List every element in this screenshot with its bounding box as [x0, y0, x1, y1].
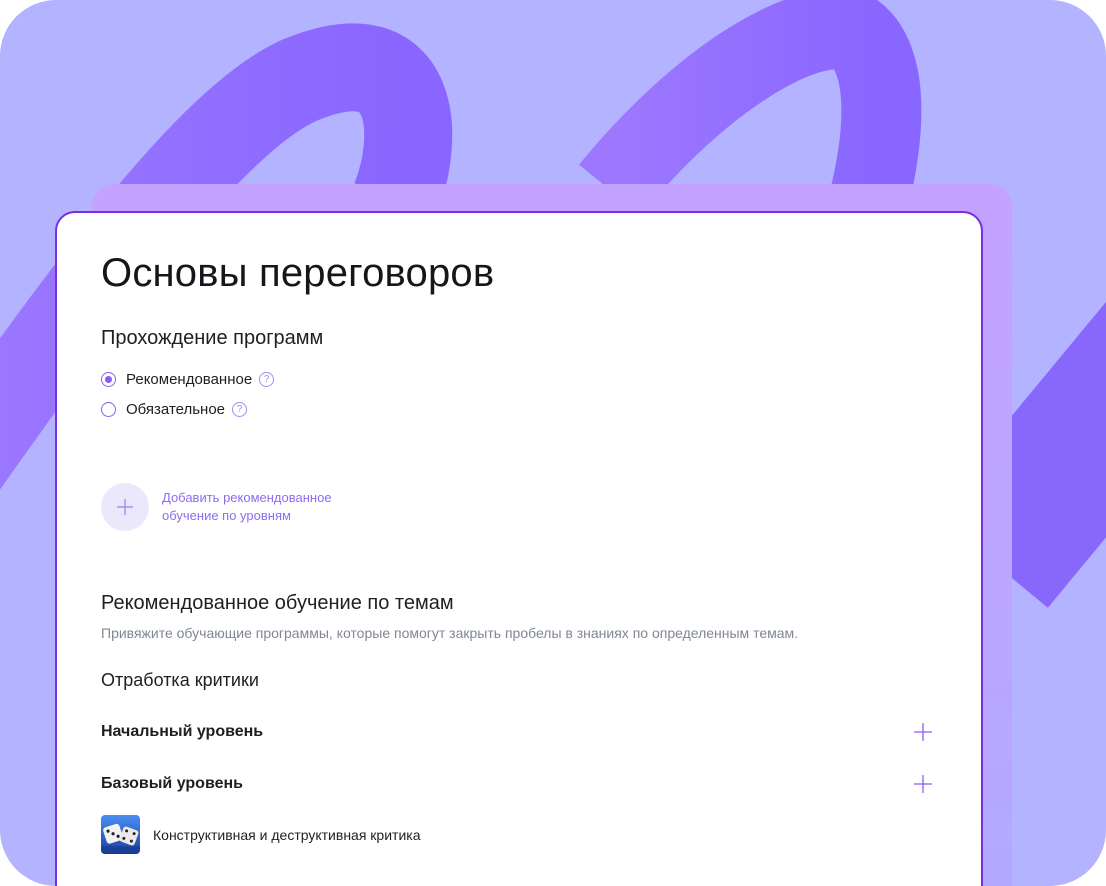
add-level-line1: Добавить рекомендованное — [162, 490, 332, 505]
course-label: Конструктивная и деструктивная критика — [153, 826, 421, 843]
add-level-button[interactable] — [101, 483, 149, 531]
add-level-link[interactable]: Добавить рекомендованное обучение по уро… — [162, 489, 372, 525]
radio-button-checked[interactable] — [101, 372, 116, 387]
radio-button[interactable] — [101, 402, 116, 417]
question-circle-icon[interactable]: ? — [232, 402, 248, 417]
canvas: Основы переговоров Прохождение программ … — [0, 0, 1106, 886]
plus-icon[interactable] — [913, 774, 933, 794]
radio-mandatory[interactable]: Обязательное ? — [101, 401, 248, 418]
level-basic: Базовый уровень — [101, 775, 243, 792]
settings-card: Основы переговоров Прохождение программ … — [55, 211, 983, 886]
course-thumbnail — [101, 815, 140, 854]
plus-icon — [117, 499, 133, 515]
radio-recommended[interactable]: Рекомендованное ? — [101, 371, 275, 388]
plus-icon[interactable] — [913, 722, 933, 742]
topic-title: Отработка критики — [101, 670, 259, 690]
course-item[interactable]: Конструктивная и деструктивная критика — [101, 815, 420, 854]
question-circle-icon[interactable]: ? — [259, 372, 275, 387]
dice-image — [101, 815, 140, 854]
add-level-line2: обучение по уровням — [162, 508, 291, 523]
topics-section-heading: Рекомендованное обучение по темам — [101, 592, 454, 614]
level-beginner: Начальный уровень — [101, 723, 264, 740]
radio-label: Рекомендованное — [126, 371, 253, 388]
program-section-heading: Прохождение программ — [101, 327, 324, 349]
topics-section-description: Привяжите обучающие программы, которые п… — [101, 625, 799, 641]
radio-label: Обязательное — [126, 401, 226, 418]
page-title: Основы переговоров — [101, 251, 495, 295]
